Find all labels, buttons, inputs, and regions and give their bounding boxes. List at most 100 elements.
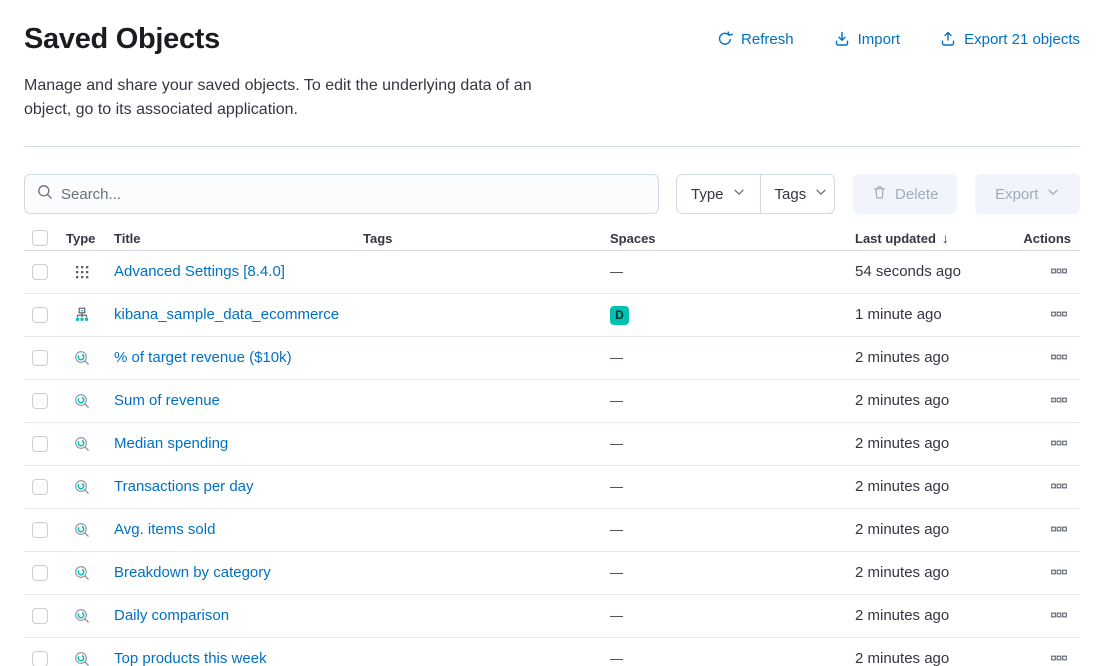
import-button[interactable]: Import — [834, 31, 901, 48]
lens-icon — [74, 651, 90, 666]
table-row: Advanced Settings [8.4.0] — 54 seconds a… — [24, 251, 1080, 294]
header-divider — [24, 146, 1080, 147]
boxes-horizontal-icon — [1051, 521, 1067, 540]
row-spaces-cell: — — [610, 650, 855, 666]
export-all-label: Export 21 objects — [964, 31, 1080, 48]
row-actions-button[interactable] — [1047, 388, 1071, 415]
empty-spaces-dash: — — [610, 522, 623, 537]
trash-icon — [872, 185, 887, 204]
boxes-horizontal-icon — [1051, 435, 1067, 454]
controls-bar: Type Tags Delete Export — [24, 174, 1080, 214]
row-actions-button[interactable] — [1047, 431, 1071, 458]
saved-object-title-link[interactable]: Daily comparison — [114, 607, 229, 624]
empty-spaces-dash: — — [610, 565, 623, 580]
empty-spaces-dash: — — [610, 608, 623, 623]
row-last-updated: 2 minutes ago — [855, 521, 949, 538]
import-icon — [834, 31, 850, 47]
row-last-updated: 2 minutes ago — [855, 478, 949, 495]
delete-button[interactable]: Delete — [853, 174, 958, 214]
saved-object-title-link[interactable]: kibana_sample_data_ecommerce — [114, 306, 339, 323]
saved-object-title-link[interactable]: Advanced Settings [8.4.0] — [114, 263, 285, 280]
header-actions: Refresh Import Export 21 objects — [677, 31, 1080, 48]
table-row: Median spending — 2 minutes ago — [24, 423, 1080, 466]
row-spaces-cell: — — [610, 521, 855, 539]
table-body: Advanced Settings [8.4.0] — 54 seconds a… — [24, 251, 1080, 666]
row-actions-button[interactable] — [1047, 603, 1071, 630]
row-spaces-cell: — — [610, 564, 855, 582]
export-all-button[interactable]: Export 21 objects — [940, 31, 1080, 48]
row-actions-button[interactable] — [1047, 560, 1071, 587]
table-row: Sum of revenue — 2 minutes ago — [24, 380, 1080, 423]
select-all-checkbox[interactable] — [32, 230, 48, 246]
row-last-updated: 2 minutes ago — [855, 564, 949, 581]
chevron-down-icon — [732, 185, 746, 203]
spaces-column-header: Spaces — [610, 231, 855, 246]
saved-object-title-link[interactable]: Transactions per day — [114, 478, 254, 495]
table-row: Avg. items sold — 2 minutes ago — [24, 509, 1080, 552]
actions-column-header: Actions — [1020, 231, 1080, 246]
page-description: Manage and share your saved objects. To … — [24, 74, 572, 122]
row-last-updated: 2 minutes ago — [855, 349, 949, 366]
row-checkbox[interactable] — [32, 393, 48, 409]
row-actions-button[interactable] — [1047, 345, 1071, 372]
title-column-header: Title — [98, 231, 363, 246]
row-actions-button[interactable] — [1047, 517, 1071, 544]
row-checkbox[interactable] — [32, 307, 48, 323]
row-checkbox[interactable] — [32, 522, 48, 538]
table-row: Transactions per day — 2 minutes ago — [24, 466, 1080, 509]
type-filter-button[interactable]: Type — [677, 175, 760, 213]
boxes-horizontal-icon — [1051, 392, 1067, 411]
lens-icon — [74, 350, 90, 366]
row-spaces-cell: — — [610, 607, 855, 625]
saved-object-title-link[interactable]: Sum of revenue — [114, 392, 220, 409]
saved-object-title-link[interactable]: Avg. items sold — [114, 521, 215, 538]
row-last-updated: 54 seconds ago — [855, 263, 961, 280]
search-icon — [37, 184, 53, 205]
table-row: Breakdown by category — 2 minutes ago — [24, 552, 1080, 595]
tags-column-header: Tags — [363, 231, 610, 246]
row-actions-button[interactable] — [1047, 646, 1071, 666]
row-checkbox[interactable] — [32, 479, 48, 495]
last-updated-sort[interactable]: Last updated ↓ — [855, 230, 949, 246]
tags-filter-button[interactable]: Tags — [760, 175, 835, 213]
lens-icon — [74, 565, 90, 581]
search-input[interactable] — [61, 186, 646, 203]
lens-icon — [74, 393, 90, 409]
row-spaces-cell: — — [610, 435, 855, 453]
refresh-button[interactable]: Refresh — [717, 31, 794, 48]
row-checkbox[interactable] — [32, 436, 48, 452]
filter-group: Type Tags — [676, 174, 835, 214]
row-last-updated: 2 minutes ago — [855, 607, 949, 624]
saved-object-title-link[interactable]: Top products this week — [114, 650, 267, 666]
saved-object-title-link[interactable]: % of target revenue ($10k) — [114, 349, 292, 366]
row-spaces-cell: D — [610, 306, 855, 325]
refresh-label: Refresh — [741, 31, 794, 48]
refresh-icon — [717, 31, 733, 47]
select-all-cell — [24, 230, 66, 246]
row-checkbox[interactable] — [32, 651, 48, 666]
lens-icon — [74, 436, 90, 452]
tags-filter-label: Tags — [775, 186, 807, 203]
row-actions-button[interactable] — [1047, 302, 1071, 329]
chevron-down-icon — [814, 185, 828, 203]
type-column-header: Type — [66, 231, 98, 246]
empty-spaces-dash: — — [610, 436, 623, 451]
export-selected-button[interactable]: Export — [975, 174, 1080, 214]
row-checkbox[interactable] — [32, 264, 48, 280]
row-last-updated: 2 minutes ago — [855, 650, 949, 666]
saved-object-title-link[interactable]: Breakdown by category — [114, 564, 271, 581]
row-spaces-cell: — — [610, 263, 855, 281]
boxes-horizontal-icon — [1051, 564, 1067, 583]
lens-icon — [74, 608, 90, 624]
row-actions-button[interactable] — [1047, 259, 1071, 286]
row-checkbox[interactable] — [32, 608, 48, 624]
row-checkbox[interactable] — [32, 350, 48, 366]
boxes-horizontal-icon — [1051, 349, 1067, 368]
page-title: Saved Objects — [24, 22, 220, 56]
import-label: Import — [858, 31, 901, 48]
lens-icon — [74, 522, 90, 538]
saved-object-title-link[interactable]: Median spending — [114, 435, 228, 452]
row-actions-button[interactable] — [1047, 474, 1071, 501]
table-row: % of target revenue ($10k) — 2 minutes a… — [24, 337, 1080, 380]
row-checkbox[interactable] — [32, 565, 48, 581]
